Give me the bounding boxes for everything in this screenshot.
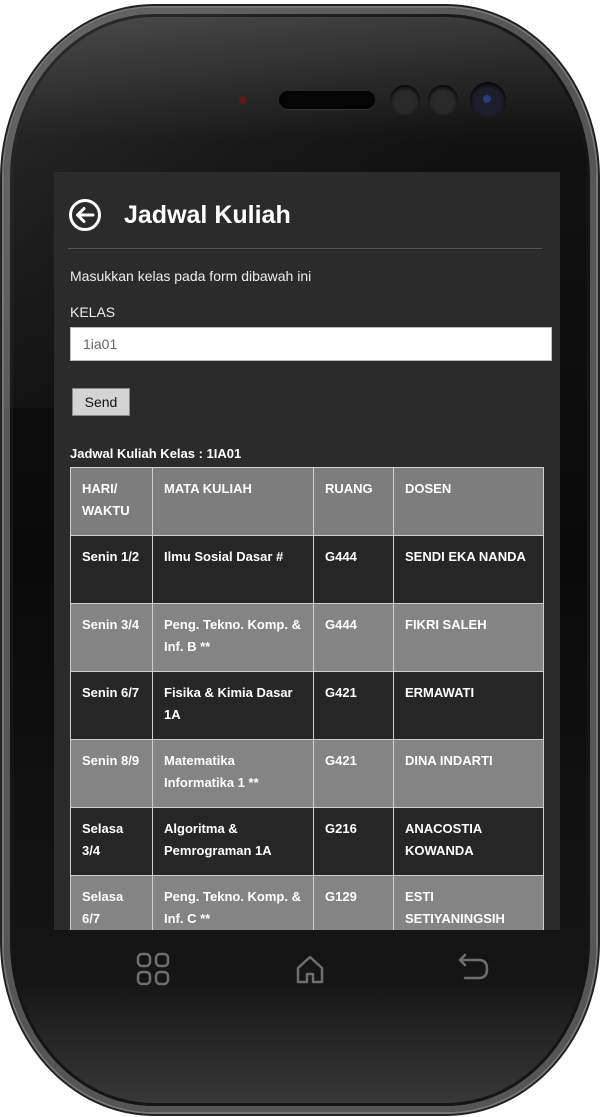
column-header-ruang: RUANG: [313, 467, 394, 536]
cell-ruang: G129: [313, 875, 394, 930]
cell-ruang: G421: [313, 739, 394, 808]
front-camera: [470, 82, 506, 118]
table-row: Selasa 6/7 Peng. Tekno. Komp. & Inf. C *…: [70, 875, 544, 930]
notification-led: [239, 96, 247, 104]
apps-grid-icon[interactable]: [134, 950, 172, 988]
cell-mata-kuliah: Ilmu Sosial Dasar #: [152, 535, 314, 604]
home-icon[interactable]: [292, 950, 328, 988]
cell-hari-waktu: Selasa 6/7: [70, 875, 153, 930]
send-button[interactable]: Send: [72, 388, 130, 416]
cell-dosen: ESTI SETIYANINGSIH: [393, 875, 544, 930]
cell-dosen: ERMAWATI: [393, 671, 544, 740]
back-arrow-icon[interactable]: [68, 198, 102, 232]
cell-mata-kuliah: Algoritma & Pemrograman 1A: [152, 807, 314, 876]
schedule-title: Jadwal Kuliah Kelas : 1IA01: [70, 446, 242, 461]
cell-hari-waktu: Selasa 3/4: [70, 807, 153, 876]
cell-ruang: G421: [313, 671, 394, 740]
back-arrow-icon[interactable]: [453, 952, 493, 986]
cell-ruang: G216: [313, 807, 394, 876]
kelas-input[interactable]: [70, 327, 552, 361]
schedule-table: HARI/ WAKTU MATA KULIAH RUANG DOSEN Seni…: [70, 467, 544, 930]
cell-dosen: SENDI EKA NANDA: [393, 535, 544, 604]
column-header-hari-waktu: HARI/ WAKTU: [70, 467, 153, 536]
cell-dosen: FIKRI SALEH: [393, 603, 544, 672]
page-title: Jadwal Kuliah: [124, 201, 291, 229]
table-row: Selasa 3/4 Algoritma & Pemrograman 1A G2…: [70, 807, 544, 876]
kelas-label: KELAS: [70, 304, 116, 320]
cell-mata-kuliah: Peng. Tekno. Komp. & Inf. B **: [152, 603, 314, 672]
form-instruction: Masukkan kelas pada form dibawah ini: [70, 268, 312, 284]
column-header-mata-kuliah: MATA KULIAH: [152, 467, 314, 536]
table-row: Senin 6/7 Fisika & Kimia Dasar 1A G421 E…: [70, 671, 544, 740]
app-screen: Jadwal Kuliah Masukkan kelas pada form d…: [54, 172, 560, 930]
table-header-row: HARI/ WAKTU MATA KULIAH RUANG DOSEN: [70, 467, 544, 536]
cell-hari-waktu: Senin 3/4: [70, 603, 153, 672]
cell-mata-kuliah: Peng. Tekno. Komp. & Inf. C **: [152, 875, 314, 930]
column-header-dosen: DOSEN: [393, 467, 544, 536]
light-sensor: [428, 85, 458, 115]
proximity-sensor: [390, 85, 420, 115]
cell-hari-waktu: Senin 8/9: [70, 739, 153, 808]
cell-ruang: G444: [313, 535, 394, 604]
cell-hari-waktu: Senin 1/2: [70, 535, 153, 604]
table-row: Senin 3/4 Peng. Tekno. Komp. & Inf. B **…: [70, 603, 544, 672]
table-row: Senin 8/9 Matematika Informatika 1 ** G4…: [70, 739, 544, 808]
cell-ruang: G444: [313, 603, 394, 672]
cell-hari-waktu: Senin 6/7: [70, 671, 153, 740]
cell-mata-kuliah: Matematika Informatika 1 **: [152, 739, 314, 808]
cell-mata-kuliah: Fisika & Kimia Dasar 1A: [152, 671, 314, 740]
earpiece-speaker: [279, 91, 375, 109]
app-header: Jadwal Kuliah: [68, 196, 542, 249]
cell-dosen: ANACOSTIA KOWANDA: [393, 807, 544, 876]
table-row: Senin 1/2 Ilmu Sosial Dasar # G444 SENDI…: [70, 535, 544, 604]
cell-dosen: DINA INDARTI: [393, 739, 544, 808]
